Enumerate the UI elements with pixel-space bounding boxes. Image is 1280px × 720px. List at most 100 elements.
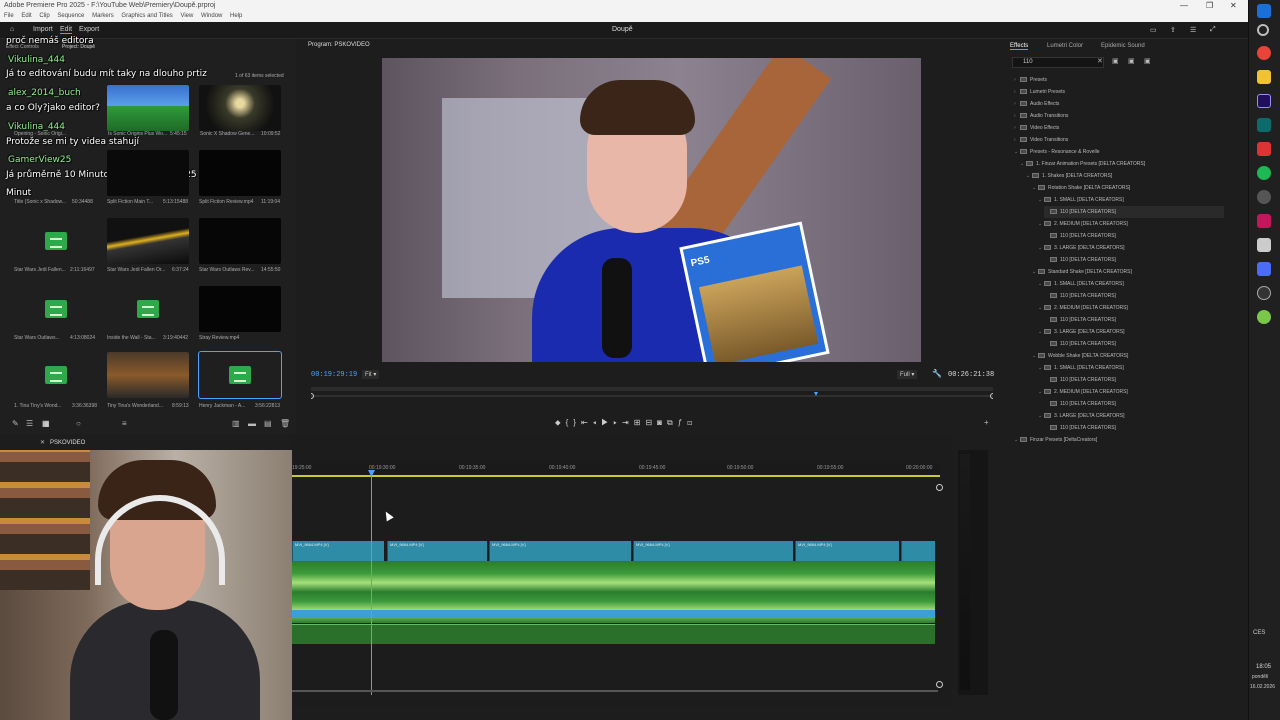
media-icon[interactable]: [1257, 142, 1271, 156]
effects-folder[interactable]: › Video Transitions: [1014, 134, 1068, 146]
video-clip[interactable]: MVI_9664.MP4 [V]: [489, 541, 631, 561]
accelerated-effects-icon[interactable]: ▣: [1112, 57, 1119, 65]
add-button-icon[interactable]: +: [984, 418, 989, 427]
menu-window[interactable]: Window: [201, 13, 222, 19]
effects-folder[interactable]: ⌄ 2. MEDIUM [DELTA CREATORS]: [1038, 386, 1128, 398]
menu-help[interactable]: Help: [230, 13, 242, 19]
trash-icon[interactable]: 🗑: [280, 419, 290, 428]
expand-icon[interactable]: ⤢: [1210, 26, 1216, 34]
app6-icon[interactable]: [1257, 286, 1271, 300]
header-edit[interactable]: Edit: [60, 26, 73, 34]
audio-clip-a2[interactable]: [292, 610, 935, 618]
effects-folder[interactable]: ⌄ 2. MEDIUM [DELTA CREATORS]: [1038, 218, 1128, 230]
effects-preset[interactable]: 110 [DELTA CREATORS]: [1044, 254, 1116, 266]
menu-file[interactable]: File: [4, 13, 14, 19]
effects-folder[interactable]: ⌄ 1. SMALL [DELTA CREATORS]: [1038, 278, 1124, 290]
folder-icon[interactable]: [1257, 70, 1271, 84]
quality-select[interactable]: Full ▾: [897, 370, 918, 379]
effects-folder[interactable]: › Video Effects: [1014, 122, 1059, 134]
pencil-icon[interactable]: ✎: [12, 419, 19, 428]
effects-folder[interactable]: ⌄ Standard Shake [DELTA CREATORS]: [1032, 266, 1132, 278]
app2-icon[interactable]: [1257, 190, 1271, 204]
app3-icon[interactable]: [1257, 214, 1271, 228]
search-icon[interactable]: [1257, 24, 1269, 36]
extract-icon[interactable]: ⊟: [645, 418, 657, 427]
play-icon[interactable]: ▶: [601, 418, 613, 427]
effects-folder[interactable]: ⌄ 1. SMALL [DELTA CREATORS]: [1038, 194, 1124, 206]
bin-item-thumb[interactable]: [199, 85, 281, 131]
icon-view-icon[interactable]: ▦: [42, 419, 50, 428]
effects-folder[interactable]: ⌄ 3. LARGE [DELTA CREATORS]: [1038, 410, 1124, 422]
tab-epidemic-sound[interactable]: Epidemic Sound: [1101, 43, 1145, 49]
home-icon[interactable]: ⌂: [10, 26, 14, 33]
app7-icon[interactable]: [1257, 310, 1271, 324]
bin-item-thumb[interactable]: [107, 352, 189, 398]
mark-out-icon[interactable]: }: [573, 418, 581, 427]
lang-indicator[interactable]: CES: [1253, 630, 1265, 636]
playhead[interactable]: [371, 470, 372, 695]
effects-preset[interactable]: 110 [DELTA CREATORS]: [1044, 290, 1116, 302]
app4-icon[interactable]: [1257, 238, 1271, 252]
effects-preset[interactable]: 110 [DELTA CREATORS]: [1044, 374, 1116, 386]
effects-search-input[interactable]: 110: [1012, 57, 1104, 68]
app5-icon[interactable]: [1257, 262, 1271, 276]
effects-folder[interactable]: ⌄ 3. LARGE [DELTA CREATORS]: [1038, 326, 1124, 338]
header-import[interactable]: Import: [33, 26, 53, 33]
effects-preset[interactable]: 110 [DELTA CREATORS]: [1044, 338, 1116, 350]
sequence-tab[interactable]: PSKOVIDEO: [50, 440, 85, 446]
app-icon[interactable]: [1257, 118, 1271, 132]
spotify-icon[interactable]: [1257, 166, 1271, 180]
video-clip[interactable]: [901, 541, 935, 561]
header-export[interactable]: Export: [79, 26, 99, 33]
new-item-icon[interactable]: ▤: [264, 419, 272, 428]
effects-folder[interactable]: ⌄ 1. SMALL [DELTA CREATORS]: [1038, 362, 1124, 374]
zoom-slider-icon[interactable]: ○: [76, 419, 81, 428]
timeline-vscroll-handle[interactable]: [936, 681, 943, 688]
effects-folder[interactable]: › Audio Effects: [1014, 98, 1059, 110]
marker-icon[interactable]: ⬥: [555, 418, 566, 427]
effects-folder[interactable]: ⌄ 3. LARGE [DELTA CREATORS]: [1038, 242, 1124, 254]
workspace-icon[interactable]: ▭: [1150, 26, 1157, 34]
share-icon[interactable]: ⇪: [1170, 26, 1176, 34]
bin-item-thumb[interactable]: [107, 286, 189, 332]
video-clip[interactable]: MVI_9664.MP4 [V]: [795, 541, 899, 561]
export-frame-icon[interactable]: ◙: [657, 418, 667, 427]
effects-folder[interactable]: ⌄ 1. Finzar Animation Presets [DELTA CREA…: [1020, 158, 1145, 170]
bin-item-thumb[interactable]: [198, 351, 282, 399]
effects-preset[interactable]: 110 [DELTA CREATORS]: [1044, 398, 1116, 410]
video-clip[interactable]: MVI_9664.MP4 [V]: [633, 541, 793, 561]
clock-time[interactable]: 18:05: [1256, 664, 1271, 670]
effects-folder[interactable]: › Lumetri Presets: [1014, 86, 1065, 98]
bin-item-thumb[interactable]: [107, 218, 189, 264]
step-forward-icon[interactable]: ▸: [613, 418, 622, 427]
bin-item-thumb[interactable]: [15, 286, 97, 332]
clear-search-icon[interactable]: ✕: [1097, 57, 1103, 65]
lift-icon[interactable]: ⊞: [634, 418, 646, 427]
effects-folder[interactable]: › Audio Transitions: [1014, 110, 1068, 122]
effects-folder[interactable]: ⌄ Presets - Resonance & Rovelle: [1014, 146, 1099, 158]
menu-graphics[interactable]: Graphics and Titles: [121, 13, 172, 19]
step-back-icon[interactable]: ◂: [593, 418, 602, 427]
bin-item-thumb[interactable]: [15, 352, 97, 398]
timeline-hscroll[interactable]: [292, 690, 938, 692]
32bit-effects-icon[interactable]: ▣: [1128, 57, 1135, 65]
minimize-icon[interactable]: —: [1180, 0, 1188, 11]
automate-icon[interactable]: ▥: [232, 419, 240, 428]
effects-folder[interactable]: ⌄ 1. Shakes [DELTA CREATORS]: [1026, 170, 1112, 182]
list-view-icon[interactable]: ☰: [26, 419, 33, 428]
multicam-icon[interactable]: ⊡: [687, 418, 697, 427]
sort-icon[interactable]: ≡: [122, 419, 127, 428]
premiere-icon[interactable]: [1257, 94, 1271, 108]
program-monitor-tab[interactable]: Program: PSKOVIDEO: [308, 42, 370, 48]
windows-icon[interactable]: [1257, 4, 1271, 18]
program-scrubber[interactable]: [311, 384, 993, 402]
bin-item-thumb[interactable]: [15, 218, 97, 264]
bin-item-thumb[interactable]: [107, 85, 189, 131]
fx-icon[interactable]: ƒ: [678, 418, 687, 427]
menu-clip[interactable]: Clip: [39, 13, 49, 19]
audio-clip-a3[interactable]: [292, 624, 935, 644]
bin-item-thumb[interactable]: [199, 286, 281, 332]
work-area-bar[interactable]: [292, 475, 940, 477]
tab-effects[interactable]: Effects: [1010, 43, 1029, 50]
yuv-effects-icon[interactable]: ▣: [1144, 57, 1151, 65]
